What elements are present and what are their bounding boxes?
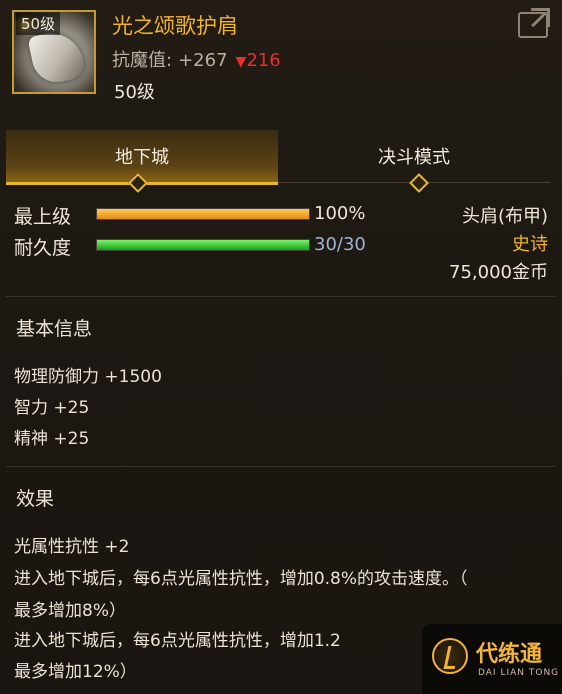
down-arrow-icon: ▼ xyxy=(235,54,247,70)
rarity-label: 史诗 xyxy=(512,234,548,255)
mode-tabs: 地下城 决斗模式 xyxy=(6,130,552,185)
magic-resist-diff-value: 216 xyxy=(246,50,281,71)
durability-bar xyxy=(96,239,310,251)
divider xyxy=(6,296,556,297)
item-name: 光之颂歌护肩 xyxy=(112,14,238,38)
equipment-slot: 头肩(布甲) xyxy=(461,206,548,227)
grade-bar xyxy=(96,208,310,220)
shoulder-armor-shape xyxy=(27,27,87,87)
durability-bar-fill xyxy=(97,240,309,250)
item-tooltip-panel: 50级 光之颂歌护肩 抗魔值: +267 ▼216 50级 地下城 决斗模式 最上级… xyxy=(0,0,562,694)
basic-info-title: 基本信息 xyxy=(16,318,93,340)
magic-resist-label: 抗魔值: xyxy=(112,50,173,71)
tab-pvp[interactable]: 决斗模式 xyxy=(278,130,550,183)
effects-title: 效果 xyxy=(16,488,55,510)
item-level-text: 50级 xyxy=(114,82,155,103)
magic-resist-diff: ▼216 xyxy=(236,50,281,71)
item-price: 75,000金币 xyxy=(449,262,548,283)
stat-label-durability: 耐久度 xyxy=(14,237,72,259)
grade-bar-fill xyxy=(97,209,309,219)
watermark-logo-icon xyxy=(432,638,468,674)
magic-resist-value: +267 xyxy=(178,50,228,71)
basic-info-line: 精神 +25 xyxy=(14,429,90,449)
durability-value: 30/30 xyxy=(314,234,366,255)
effect-line: 最多增加12%） xyxy=(14,662,137,682)
magic-resist-row: 抗魔值: +267 ▼216 xyxy=(112,46,281,72)
share-icon[interactable] xyxy=(518,8,550,38)
watermark-title: 代练通 xyxy=(476,642,543,667)
effect-line: 进入地下城后，每6点光属性抗性，增加0.8%的攻击速度。（ xyxy=(14,569,468,589)
basic-info-line: 物理防御力 +1500 xyxy=(14,367,162,387)
item-level-badge: 50级 xyxy=(16,12,61,35)
item-header: 50级 光之颂歌护肩 抗魔值: +267 ▼216 50级 xyxy=(0,0,562,118)
watermark: 代练通 DAI LIAN TONG xyxy=(422,624,562,694)
effect-line: 最多增加8%） xyxy=(14,601,126,621)
divider xyxy=(6,466,556,467)
effect-line: 光属性抗性 +2 xyxy=(14,537,130,557)
share-arrow-icon xyxy=(531,8,550,27)
effect-line: 进入地下城后，每6点光属性抗性，增加1.2 xyxy=(14,631,341,651)
stat-label-grade: 最上级 xyxy=(14,206,72,228)
watermark-subtitle: DAI LIAN TONG xyxy=(478,668,560,678)
basic-info-line: 智力 +25 xyxy=(14,398,90,418)
grade-value: 100% xyxy=(314,203,366,224)
